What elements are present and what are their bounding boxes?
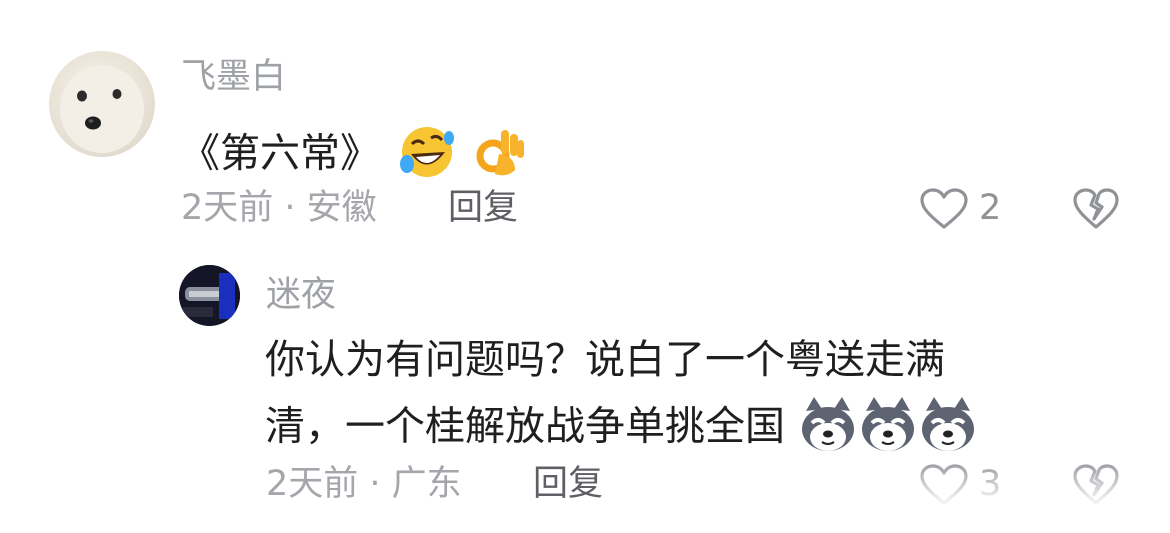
like-button[interactable] [919, 187, 969, 235]
like-button[interactable] [919, 463, 969, 511]
husky-dog-icon [798, 397, 858, 460]
husky-dog-icon [858, 397, 918, 460]
rolling-on-floor-laughing-icon [397, 124, 457, 187]
dislike-button[interactable] [1072, 463, 1120, 511]
dislike-button[interactable] [1072, 187, 1120, 235]
comment-text: 《第六常》 [180, 124, 527, 187]
like-count: 3 [979, 464, 1002, 504]
reply-text-line-2: 清，一个桂解放战争单挑全国 [265, 397, 978, 460]
ok-hand-icon [471, 124, 527, 187]
dog-avatar-image [60, 65, 144, 153]
reply-avatar-image [179, 265, 240, 326]
avatar[interactable] [179, 265, 240, 326]
avatar[interactable] [49, 51, 155, 157]
husky-dog-icon [918, 397, 978, 460]
reply-button[interactable]: 回复 [533, 467, 603, 502]
heart-icon [920, 464, 968, 505]
reply-text-line-1: 你认为有问题吗？说白了一个粤送走满 [265, 337, 945, 383]
reply-button[interactable]: 回复 [448, 191, 518, 226]
like-count: 2 [979, 188, 1002, 228]
broken-heart-icon [1073, 188, 1119, 229]
reply-time-location: 2天前 · 广东 [266, 464, 462, 504]
reply-text-line-2-body: 清，一个桂解放战争单挑全国 [265, 403, 785, 450]
reply-username[interactable]: 迷夜 [266, 278, 336, 313]
comment-username[interactable]: 飞墨白 [181, 60, 286, 95]
comment-time-location: 2天前 · 安徽 [181, 188, 377, 228]
comment-text-body: 《第六常》 [180, 130, 380, 177]
broken-heart-icon [1073, 464, 1119, 505]
comment-thread: 飞墨白 《第六常》 2天前 · 安徽 回复 2 迷夜 你认为有问题吗？说白了一个… [0, 0, 1170, 533]
heart-icon [920, 188, 968, 229]
